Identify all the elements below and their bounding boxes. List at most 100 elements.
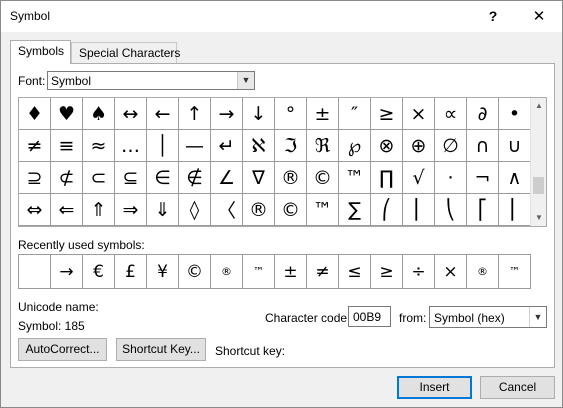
recent-symbol-cell[interactable]: →: [51, 255, 83, 288]
help-button[interactable]: ?: [471, 1, 515, 32]
recent-symbol-cell[interactable]: €: [83, 255, 115, 288]
recent-symbol-cell[interactable]: ×: [435, 255, 467, 288]
symbol-cell[interactable]: ⊄: [51, 162, 83, 194]
font-value: Symbol: [51, 74, 92, 88]
symbol-cell[interactable]: 〈: [211, 194, 243, 226]
symbol-cell[interactable]: →: [211, 98, 243, 130]
symbol-cell[interactable]: │: [147, 130, 179, 162]
symbol-cell[interactable]: ↔: [115, 98, 147, 130]
symbol-cell[interactable]: ⎡: [467, 194, 499, 226]
symbol-cell[interactable]: ≈: [83, 130, 115, 162]
symbol-cell[interactable]: ⇔: [19, 194, 51, 226]
symbol-cell[interactable]: ∅: [435, 130, 467, 162]
symbol-cell[interactable]: ♥: [51, 98, 83, 130]
font-dropdown[interactable]: Symbol ▼: [47, 71, 255, 90]
symbol-cell[interactable]: ◊: [179, 194, 211, 226]
symbol-cell[interactable]: ⇒: [115, 194, 147, 226]
symbol-cell[interactable]: ♦: [19, 98, 51, 130]
recent-symbol-cell[interactable]: ≤: [339, 255, 371, 288]
recent-symbol-cell[interactable]: ®: [211, 255, 243, 288]
recent-symbol-cell[interactable]: [19, 255, 51, 288]
symbol-cell[interactable]: ∧: [499, 162, 531, 194]
tab-symbols[interactable]: Symbols: [10, 40, 71, 64]
symbol-cell[interactable]: ⇑: [83, 194, 115, 226]
recent-symbol-cell[interactable]: £: [115, 255, 147, 288]
symbol-cell[interactable]: ♠: [83, 98, 115, 130]
recent-symbol-cell[interactable]: ≠: [307, 255, 339, 288]
recent-symbol-cell[interactable]: ®: [467, 255, 499, 288]
close-icon[interactable]: ✕: [517, 1, 561, 32]
symbol-cell[interactable]: ∩: [467, 130, 499, 162]
recent-symbol-cell[interactable]: ÷: [403, 255, 435, 288]
symbol-cell[interactable]: ∝: [435, 98, 467, 130]
character-code-input[interactable]: 00B9: [348, 306, 391, 327]
symbol-cell[interactable]: ¬: [467, 162, 499, 194]
symbol-cell[interactable]: ∑: [339, 194, 371, 226]
symbol-dialog: Symbol ? ✕ Symbols Special Characters Fo…: [0, 0, 563, 408]
symbol-cell[interactable]: ™: [307, 194, 339, 226]
symbol-cell[interactable]: ℜ: [307, 130, 339, 162]
symbol-cell[interactable]: ⎢: [499, 194, 531, 226]
symbol-cell[interactable]: ″: [339, 98, 371, 130]
symbol-cell[interactable]: ℵ: [243, 130, 275, 162]
recent-symbol-cell[interactable]: ™: [499, 255, 531, 288]
symbol-cell[interactable]: ⊆: [115, 162, 147, 194]
symbol-cell[interactable]: ℘: [339, 130, 371, 162]
symbol-cell[interactable]: —: [179, 130, 211, 162]
symbol-cell[interactable]: ⇓: [147, 194, 179, 226]
symbol-cell[interactable]: ℑ: [275, 130, 307, 162]
symbol-cell[interactable]: ∏: [371, 162, 403, 194]
symbol-cell[interactable]: ↓: [243, 98, 275, 130]
insert-button[interactable]: Insert: [397, 376, 472, 399]
recent-symbol-cell[interactable]: ±: [275, 255, 307, 288]
symbol-cell[interactable]: ⊕: [403, 130, 435, 162]
symbol-cell[interactable]: ⇐: [51, 194, 83, 226]
shortcut-key-button[interactable]: Shortcut Key...: [116, 338, 206, 361]
chevron-down-icon[interactable]: ▼: [529, 307, 546, 327]
symbol-cell[interactable]: ⊇: [19, 162, 51, 194]
symbol-cell[interactable]: ™: [339, 162, 371, 194]
symbol-cell[interactable]: ⎝: [435, 194, 467, 226]
symbol-cell[interactable]: °: [275, 98, 307, 130]
symbol-cell[interactable]: ≡: [51, 130, 83, 162]
symbol-cell[interactable]: •: [499, 98, 531, 130]
tab-special-characters[interactable]: Special Characters: [71, 42, 180, 63]
symbol-cell[interactable]: ∠: [211, 162, 243, 194]
recent-symbol-cell[interactable]: ¥: [147, 255, 179, 288]
symbol-cell[interactable]: √: [403, 162, 435, 194]
window-title: Symbol: [10, 9, 51, 23]
symbol-cell[interactable]: ©: [275, 194, 307, 226]
symbol-cell[interactable]: ®: [243, 194, 275, 226]
symbol-grid-scrollbar[interactable]: ▲ ▼: [530, 98, 546, 226]
autocorrect-button[interactable]: AutoCorrect...: [18, 338, 107, 361]
from-dropdown[interactable]: Symbol (hex) ▼: [429, 306, 547, 328]
symbol-cell[interactable]: ⎜: [403, 194, 435, 226]
symbol-cell[interactable]: ∈: [147, 162, 179, 194]
symbol-cell[interactable]: ±: [307, 98, 339, 130]
recent-symbol-cell[interactable]: ≥: [371, 255, 403, 288]
symbol-cell[interactable]: ⊂: [83, 162, 115, 194]
scroll-thumb[interactable]: [533, 177, 544, 194]
symbol-cell[interactable]: ©: [307, 162, 339, 194]
symbol-cell[interactable]: ⎛: [371, 194, 403, 226]
symbol-cell[interactable]: ∉: [179, 162, 211, 194]
symbol-cell[interactable]: ∂: [467, 98, 499, 130]
scroll-down-icon[interactable]: ▼: [531, 210, 547, 226]
cancel-button[interactable]: Cancel: [480, 376, 555, 399]
symbol-cell[interactable]: ∇: [243, 162, 275, 194]
recent-symbol-cell[interactable]: ™: [243, 255, 275, 288]
symbol-cell[interactable]: ×: [403, 98, 435, 130]
symbol-cell[interactable]: …: [115, 130, 147, 162]
symbol-cell[interactable]: ↑: [179, 98, 211, 130]
symbol-cell[interactable]: ®: [275, 162, 307, 194]
symbol-cell[interactable]: ↵: [211, 130, 243, 162]
symbol-cell[interactable]: ≥: [371, 98, 403, 130]
recent-symbol-cell[interactable]: ©: [179, 255, 211, 288]
symbol-cell[interactable]: ∪: [499, 130, 531, 162]
scroll-up-icon[interactable]: ▲: [531, 98, 547, 114]
chevron-down-icon[interactable]: ▼: [237, 72, 254, 89]
symbol-cell[interactable]: ≠: [19, 130, 51, 162]
symbol-cell[interactable]: ⊗: [371, 130, 403, 162]
symbol-cell[interactable]: ←: [147, 98, 179, 130]
symbol-cell[interactable]: ·: [435, 162, 467, 194]
